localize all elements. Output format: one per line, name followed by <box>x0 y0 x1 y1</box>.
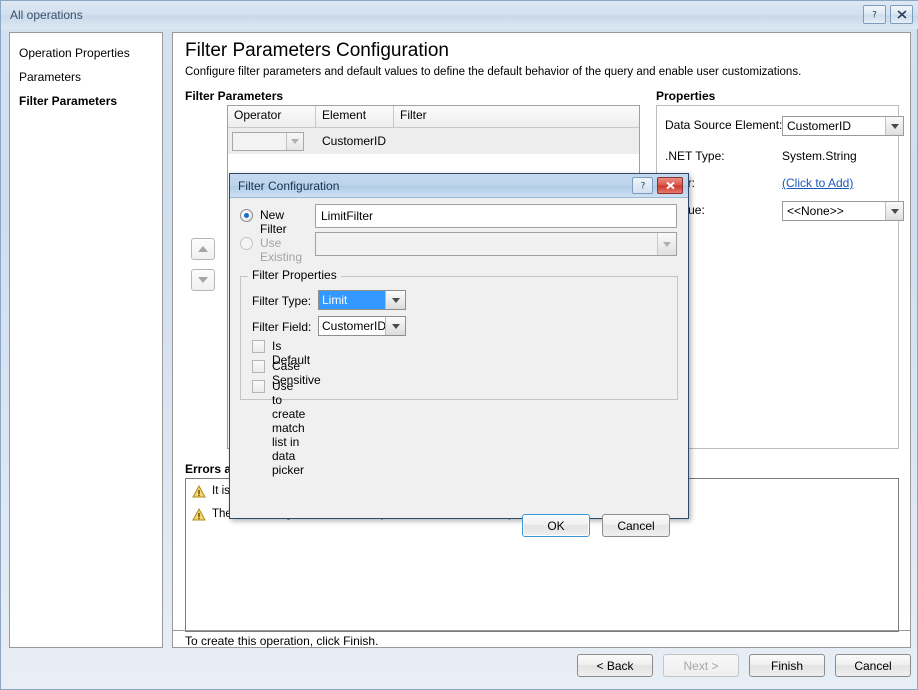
filter-properties-group-title: Filter Properties <box>248 268 341 282</box>
window-title: All operations <box>10 8 83 22</box>
new-filter-label: New Filter <box>260 208 287 236</box>
dialog-close-button[interactable] <box>657 177 683 194</box>
window-close-button[interactable] <box>890 5 913 24</box>
chevron-down-icon <box>885 202 903 220</box>
filter-type-value: Limit <box>319 291 385 309</box>
footer-note: To create this operation, click Finish. <box>185 634 379 648</box>
match-list-label: Use to create match list in data picker <box>272 379 306 477</box>
new-filter-radio[interactable] <box>240 209 253 222</box>
match-list-checkbox[interactable] <box>252 380 265 393</box>
sidebar-item-operation-properties[interactable]: Operation Properties <box>10 41 162 65</box>
chevron-down-icon <box>385 317 405 335</box>
window-help-button[interactable]: ? <box>863 5 886 24</box>
default-value-value: <<None>> <box>787 204 844 218</box>
chevron-down-icon <box>885 117 903 135</box>
net-type-value: System.String <box>782 149 857 163</box>
warning-icon <box>192 484 212 502</box>
sidebar-item-label: Parameters <box>19 70 82 84</box>
data-source-element-dropdown[interactable]: CustomerID <box>782 116 904 136</box>
property-label: .NET Type: <box>665 149 725 163</box>
properties-panel: Data Source Element: CustomerID .NET Typ… <box>656 105 904 449</box>
use-existing-radio[interactable] <box>240 237 253 250</box>
dialog-titlebar-buttons: ? <box>632 177 683 194</box>
table-row[interactable]: CustomerID <box>228 128 639 154</box>
filter-configuration-dialog: Filter Configuration ? New Filter LimitF… <box>229 173 689 537</box>
data-source-element-value: CustomerID <box>787 119 852 133</box>
wizard-buttons: < Back Next > Finish Cancel <box>577 654 911 677</box>
filter-type-label: Filter Type: <box>252 294 312 308</box>
grid-header-row: Operator Element Filter <box>228 106 639 128</box>
page-title: Filter Parameters Configuration <box>185 40 449 61</box>
application-window: All operations ? Operation Properties Pa… <box>0 0 918 690</box>
chevron-down-icon <box>286 132 303 150</box>
next-button: Next > <box>663 654 739 677</box>
help-icon: ? <box>640 182 645 192</box>
case-sensitive-checkbox[interactable] <box>252 360 265 373</box>
grid-column-header-element[interactable]: Element <box>316 106 394 127</box>
close-icon <box>665 181 675 190</box>
operator-dropdown[interactable] <box>232 131 304 151</box>
wizard-sidebar: Operation Properties Parameters Filter P… <box>9 32 163 648</box>
move-up-button[interactable] <box>191 238 215 260</box>
filter-field-value: CustomerID <box>322 319 385 333</box>
sidebar-item-filter-parameters[interactable]: Filter Parameters <box>10 89 162 113</box>
chevron-down-icon <box>385 291 405 309</box>
dialog-title: Filter Configuration <box>238 179 340 193</box>
cancel-button[interactable]: Cancel <box>835 654 911 677</box>
sidebar-item-parameters[interactable]: Parameters <box>10 65 162 89</box>
use-existing-filter-dropdown[interactable] <box>315 232 677 256</box>
help-icon: ? <box>872 11 877 21</box>
dialog-body: New Filter LimitFilter Use Existing Filt… <box>230 198 688 537</box>
move-down-button[interactable] <box>191 269 215 291</box>
warning-icon <box>192 507 212 525</box>
default-value-dropdown[interactable]: <<None>> <box>782 201 904 221</box>
filter-click-to-add-link[interactable]: (Click to Add) <box>782 176 853 190</box>
arrow-down-icon <box>198 277 208 283</box>
window-frame: All operations ? Operation Properties Pa… <box>0 0 918 690</box>
grid-column-header-operator[interactable]: Operator <box>228 106 316 127</box>
sidebar-item-label: Filter Parameters <box>19 94 118 108</box>
sidebar-item-label: Operation Properties <box>19 46 130 60</box>
page-subtitle: Configure filter parameters and default … <box>185 66 802 78</box>
dialog-cancel-button[interactable]: Cancel <box>602 514 670 537</box>
close-icon <box>896 10 907 19</box>
finish-button[interactable]: Finish <box>749 654 825 677</box>
filter-type-dropdown[interactable]: Limit <box>318 290 406 310</box>
use-existing-label: Use Existing <box>260 236 303 264</box>
chevron-down-icon <box>657 233 676 255</box>
window-titlebar-buttons: ? <box>863 5 913 24</box>
dialog-buttons: OK Cancel <box>522 514 670 537</box>
footer-separator <box>173 630 910 631</box>
arrow-up-icon <box>198 246 208 252</box>
grid-cell-operator <box>228 131 316 151</box>
new-filter-name-input[interactable]: LimitFilter <box>315 204 677 228</box>
svg-text:?: ? <box>872 11 877 21</box>
window-titlebar: All operations ? <box>1 1 918 29</box>
filter-field-dropdown[interactable]: CustomerID <box>318 316 406 336</box>
grid-column-header-filter[interactable]: Filter <box>394 106 639 127</box>
section-label-filter-parameters: Filter Parameters <box>185 89 284 103</box>
filter-field-label: Filter Field: <box>252 320 312 334</box>
is-default-checkbox[interactable] <box>252 340 265 353</box>
svg-text:?: ? <box>640 182 645 192</box>
property-label: Data Source Element: <box>665 118 783 132</box>
dialog-help-button[interactable]: ? <box>632 177 653 194</box>
dialog-ok-button[interactable]: OK <box>522 514 590 537</box>
operator-dropdown-value <box>233 133 286 150</box>
grid-cell-element: CustomerID <box>322 134 387 148</box>
use-existing-filter-value <box>316 233 657 255</box>
reorder-buttons <box>191 238 215 300</box>
back-button[interactable]: < Back <box>577 654 653 677</box>
section-label-properties: Properties <box>656 89 716 103</box>
dialog-titlebar: Filter Configuration ? <box>230 174 688 198</box>
